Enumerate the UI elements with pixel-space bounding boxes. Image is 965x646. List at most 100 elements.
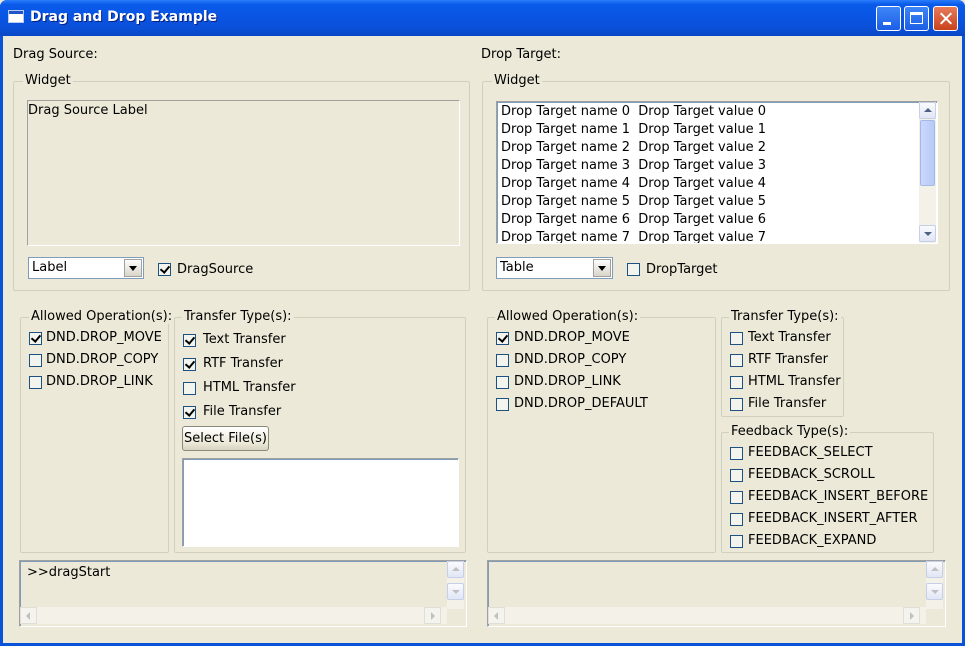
drag-source-label: Drag Source Label (28, 103, 148, 118)
drag-source-heading: Drag Source: (13, 47, 98, 62)
title-bar[interactable]: Drag and Drop Example (0, 0, 965, 36)
feedback-expand-label: FEEDBACK_EXPAND (748, 533, 877, 548)
minimize-button[interactable] (876, 6, 901, 31)
source-log[interactable]: >>dragStart (19, 560, 467, 627)
source-op-link-checkbox[interactable] (29, 376, 42, 389)
target-widget-type-value: Table (500, 260, 534, 275)
source-log-vscroll[interactable] (447, 561, 464, 609)
scroll-up-icon[interactable] (926, 561, 943, 578)
target-type-text-label: Text Transfer (748, 330, 831, 345)
target-type-text-checkbox[interactable] (730, 332, 743, 345)
source-ops-group: Allowed Operation(s): DND.DROP_MOVE DND.… (20, 309, 175, 553)
source-type-text-checkbox[interactable] (183, 334, 196, 347)
table-vscroll[interactable] (919, 102, 936, 243)
table-row[interactable]: Drop Target name 6 Drop Target value 6 (501, 212, 766, 227)
target-op-default-label: DND.DROP_DEFAULT (514, 396, 648, 411)
drag-source-label-area[interactable]: Drag Source Label (27, 100, 460, 246)
target-op-move-checkbox[interactable] (496, 332, 509, 345)
scroll-left-icon[interactable] (488, 607, 505, 624)
source-op-move-label: DND.DROP_MOVE (46, 330, 162, 345)
source-widget-group-title: Widget (23, 73, 73, 88)
drop-target-checkbox[interactable] (627, 263, 640, 276)
target-widget-type-select[interactable]: Table (496, 257, 613, 279)
source-widget-type-select[interactable]: Label (28, 257, 144, 279)
target-op-link-checkbox[interactable] (496, 376, 509, 389)
source-widget-type-value: Label (32, 260, 68, 275)
source-op-copy-checkbox[interactable] (29, 354, 42, 367)
target-widget-group: Widget Drop Target name 0 Drop Target va… (482, 73, 950, 291)
target-log-hscroll[interactable] (488, 607, 926, 624)
target-log-vscroll[interactable] (926, 561, 943, 609)
source-type-html-label: HTML Transfer (203, 380, 296, 395)
feedback-expand-checkbox[interactable] (730, 535, 743, 548)
feedback-scroll-label: FEEDBACK_SCROLL (748, 467, 875, 482)
target-op-link-label: DND.DROP_LINK (514, 374, 621, 389)
table-row[interactable]: Drop Target name 5 Drop Target value 5 (501, 194, 766, 209)
selected-files-list[interactable] (182, 458, 459, 547)
app-window: Drag and Drop Example Drag Source: Widge… (0, 0, 965, 646)
source-ops-title: Allowed Operation(s): (29, 309, 175, 324)
table-row[interactable]: Drop Target name 3 Drop Target value 3 (501, 158, 766, 173)
table-row[interactable]: Drop Target name 0 Drop Target value 0 (501, 104, 766, 119)
target-log[interactable] (487, 560, 946, 627)
source-op-link-label: DND.DROP_LINK (46, 374, 153, 389)
target-type-file-label: File Transfer (748, 396, 827, 411)
source-widget-group: Widget Drag Source Label Label DragSourc… (13, 73, 470, 291)
drag-source-checkbox[interactable] (158, 263, 171, 276)
target-types-title: Transfer Type(s): (729, 309, 841, 324)
feedback-insert-after-label: FEEDBACK_INSERT_AFTER (748, 511, 918, 526)
target-type-html-checkbox[interactable] (730, 376, 743, 389)
feedback-insert-before-label: FEEDBACK_INSERT_BEFORE (748, 489, 929, 504)
source-types-title: Transfer Type(s): (182, 309, 294, 324)
source-type-html-checkbox[interactable] (183, 382, 196, 395)
source-type-rtf-label: RTF Transfer (203, 356, 283, 371)
feedback-insert-after-checkbox[interactable] (730, 513, 743, 526)
target-type-rtf-checkbox[interactable] (730, 354, 743, 367)
chevron-down-icon[interactable] (124, 259, 142, 277)
scroll-thumb[interactable] (920, 120, 935, 186)
target-op-move-label: DND.DROP_MOVE (514, 330, 630, 345)
table-row[interactable]: Drop Target name 4 Drop Target value 4 (501, 176, 766, 191)
client-area: Drag Source: Widget Drag Source Label La… (3, 36, 962, 643)
target-op-copy-label: DND.DROP_COPY (514, 352, 627, 367)
scroll-right-icon[interactable] (903, 607, 920, 624)
target-feedback-title: Feedback Type(s): (729, 424, 851, 439)
source-type-rtf-checkbox[interactable] (183, 358, 196, 371)
maximize-button[interactable] (904, 6, 929, 31)
drop-target-table[interactable]: Drop Target name 0 Drop Target value 0 D… (496, 101, 938, 244)
table-row[interactable]: Drop Target name 7 Drop Target value 7 (501, 230, 766, 243)
target-type-html-label: HTML Transfer (748, 374, 841, 389)
target-type-rtf-label: RTF Transfer (748, 352, 828, 367)
chevron-down-icon[interactable] (593, 259, 611, 277)
scroll-down-icon[interactable] (926, 583, 943, 600)
source-type-file-label: File Transfer (203, 404, 282, 419)
target-op-copy-checkbox[interactable] (496, 354, 509, 367)
target-op-default-checkbox[interactable] (496, 398, 509, 411)
close-button[interactable] (933, 6, 958, 31)
scroll-up-icon[interactable] (919, 102, 936, 119)
table-row[interactable]: Drop Target name 1 Drop Target value 1 (501, 122, 766, 137)
scroll-left-icon[interactable] (20, 607, 37, 624)
target-type-file-checkbox[interactable] (730, 398, 743, 411)
scroll-down-icon[interactable] (919, 225, 936, 242)
feedback-scroll-checkbox[interactable] (730, 469, 743, 482)
select-files-button[interactable]: Select File(s) (182, 426, 269, 451)
source-types-group: Transfer Type(s): Text Transfer RTF Tran… (174, 309, 466, 553)
source-log-hscroll[interactable] (20, 607, 447, 624)
scroll-up-icon[interactable] (447, 561, 464, 578)
drop-target-checkbox-label: DropTarget (646, 262, 718, 277)
feedback-select-checkbox[interactable] (730, 447, 743, 460)
source-op-move-checkbox[interactable] (29, 332, 42, 345)
target-feedback-group: Feedback Type(s): FEEDBACK_SELECT FEEDBA… (721, 424, 934, 553)
source-type-file-checkbox[interactable] (183, 406, 196, 419)
scroll-right-icon[interactable] (424, 607, 441, 624)
target-ops-group: Allowed Operation(s): DND.DROP_MOVE DND.… (487, 309, 716, 553)
feedback-insert-before-checkbox[interactable] (730, 491, 743, 504)
target-types-group: Transfer Type(s): Text Transfer RTF Tran… (721, 309, 844, 417)
table-row[interactable]: Drop Target name 2 Drop Target value 2 (501, 140, 766, 155)
source-log-text: >>dragStart (27, 565, 111, 580)
window-title: Drag and Drop Example (30, 9, 218, 25)
target-widget-group-title: Widget (492, 73, 542, 88)
drag-source-checkbox-label: DragSource (177, 262, 254, 277)
scroll-down-icon[interactable] (447, 583, 464, 600)
